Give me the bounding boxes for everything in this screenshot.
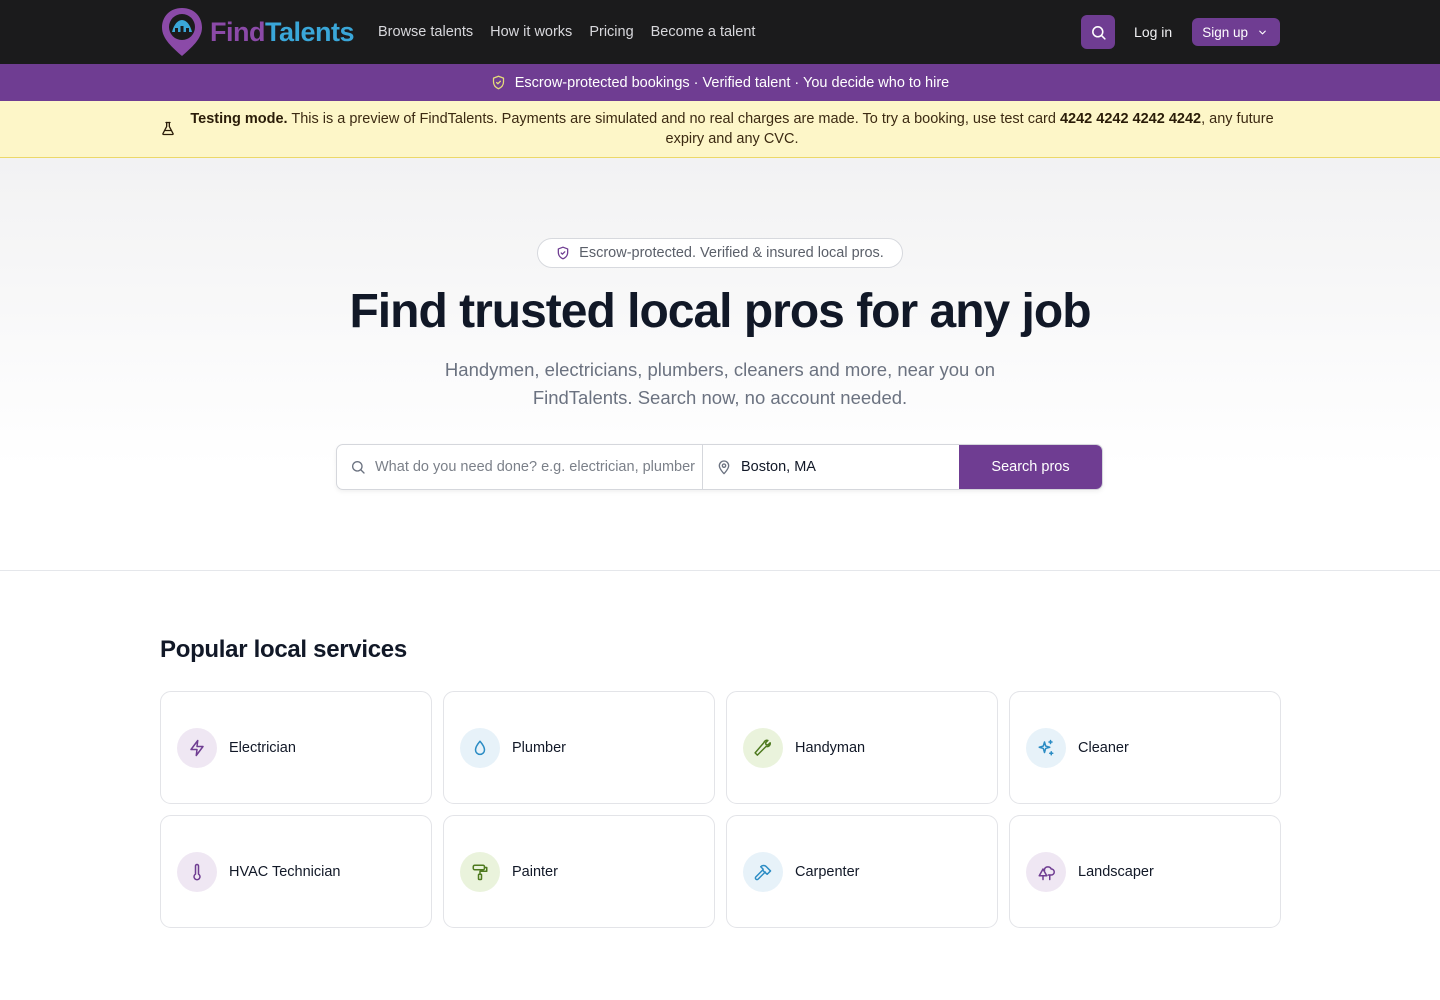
service-card-label: Handyman xyxy=(795,739,866,756)
search-icon xyxy=(352,461,365,474)
sparkles-icon xyxy=(1026,727,1066,768)
service-card-electrician[interactable]: Electrician xyxy=(160,691,432,804)
hero-subtitle: Handymen, electricians, plumbers, cleane… xyxy=(444,359,996,408)
services-grid: Electrician Plumber Handyman Cleaner HVA… xyxy=(160,691,1281,928)
service-card-cleaner[interactable]: Cleaner xyxy=(1009,691,1281,804)
flask-icon xyxy=(162,121,174,136)
logo-pin-icon xyxy=(160,6,204,58)
service-card-label: Landscaper xyxy=(1078,863,1154,880)
service-card-label: Plumber xyxy=(512,739,566,756)
nav-become-a-talent[interactable]: Become a talent xyxy=(651,24,756,40)
service-card-hvac-technician[interactable]: HVAC Technician xyxy=(160,815,432,928)
hero-title: Find trusted local pros for any job xyxy=(349,285,1091,338)
trust-badge: Escrow-protected. Verified & insured loc… xyxy=(537,238,903,268)
top-navbar: FindTalents Browse talents How it works … xyxy=(0,0,1440,64)
map-pin-icon xyxy=(718,460,730,475)
paint-roller-icon xyxy=(460,851,500,892)
droplet-icon xyxy=(460,727,500,768)
nav-pricing[interactable]: Pricing xyxy=(589,24,633,40)
trust-badge-text: Escrow-protected. Verified & insured loc… xyxy=(579,245,884,261)
service-card-painter[interactable]: Painter xyxy=(443,815,715,928)
service-query-field[interactable] xyxy=(337,445,703,489)
service-card-plumber[interactable]: Plumber xyxy=(443,691,715,804)
main-nav: Browse talents How it works Pricing Beco… xyxy=(378,24,755,40)
testing-mode-label: Testing mode. xyxy=(190,111,288,127)
signup-button[interactable]: Sign up xyxy=(1192,18,1280,46)
trust-strip: Escrow-protected bookings · Verified tal… xyxy=(0,64,1440,101)
lightning-icon xyxy=(177,727,217,768)
search-icon xyxy=(1091,25,1106,40)
chevron-down-icon xyxy=(1259,30,1266,34)
signup-label: Sign up xyxy=(1202,24,1248,40)
testing-mode-message: Testing mode. This is a preview of FindT… xyxy=(190,111,1274,147)
service-card-carpenter[interactable]: Carpenter xyxy=(726,815,998,928)
service-card-handyman[interactable]: Handyman xyxy=(726,691,998,804)
wrench-icon xyxy=(743,727,783,768)
hammer-icon xyxy=(743,851,783,892)
trust-strip-text: Escrow-protected bookings · Verified tal… xyxy=(514,74,950,91)
hero-section: Escrow-protected. Verified & insured loc… xyxy=(0,158,1440,571)
location-field[interactable] xyxy=(703,445,959,489)
search-button[interactable] xyxy=(1081,15,1116,49)
findtalents-logo[interactable]: FindTalents xyxy=(160,0,355,64)
popular-services-title: Popular local services xyxy=(160,636,407,663)
nav-browse-talents[interactable]: Browse talents xyxy=(378,24,473,40)
test-card-number: 4242 4242 4242 4242 xyxy=(1059,111,1202,127)
service-card-landscaper[interactable]: Landscaper xyxy=(1009,815,1281,928)
service-card-label: Electrician xyxy=(229,739,296,756)
nav-how-it-works[interactable]: How it works xyxy=(490,24,572,40)
testing-mode-banner: Testing mode. This is a preview of FindT… xyxy=(0,101,1440,158)
location-input[interactable] xyxy=(741,459,941,475)
service-card-label: HVAC Technician xyxy=(229,863,341,880)
search-pros-button[interactable]: Search pros xyxy=(959,445,1102,489)
service-query-input[interactable] xyxy=(375,459,695,475)
logo-wordmark: FindTalents xyxy=(210,16,355,47)
shield-check-icon xyxy=(557,246,569,260)
thermometer-icon xyxy=(177,851,217,892)
shield-check-icon xyxy=(492,75,504,90)
service-search-bar: Search pros xyxy=(336,444,1103,490)
service-card-label: Carpenter xyxy=(795,863,860,880)
login-link[interactable]: Log in xyxy=(1134,24,1172,40)
service-card-label: Painter xyxy=(512,863,558,880)
trees-icon xyxy=(1026,851,1066,892)
service-card-label: Cleaner xyxy=(1078,739,1129,756)
